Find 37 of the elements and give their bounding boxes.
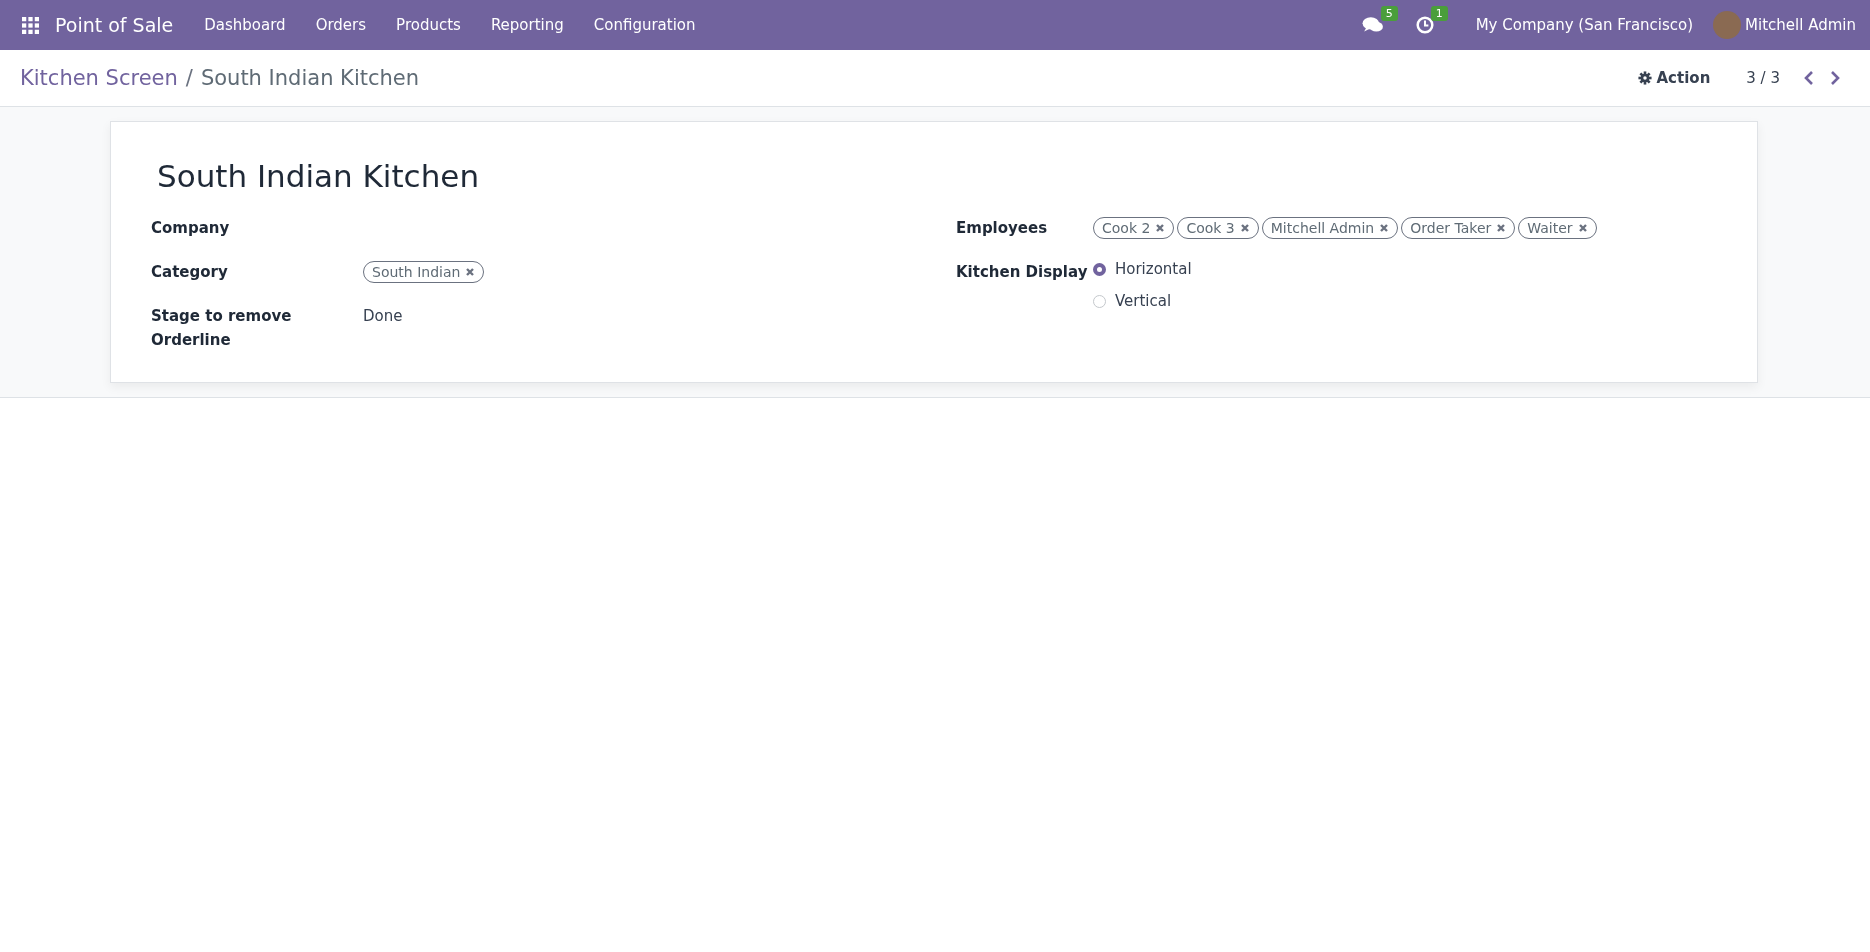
remove-icon[interactable]	[1496, 223, 1507, 233]
remove-icon[interactable]	[1577, 223, 1588, 233]
activity-count-badge: 1	[1430, 6, 1448, 21]
breadcrumb-current: South Indian Kitchen	[200, 66, 420, 90]
remove-icon[interactable]	[1155, 223, 1166, 233]
field-label: Kitchen Display	[956, 262, 1089, 283]
remove-icon[interactable]	[465, 267, 476, 277]
breadcrumb-separator: /	[185, 66, 193, 90]
message-count-badge: 5	[1380, 6, 1398, 21]
menu-link[interactable]: Dashboard	[204, 16, 286, 34]
field-label: Stage to remove Orderline	[151, 306, 293, 351]
field-value: Done	[363, 306, 403, 327]
clock-icon[interactable]	[1415, 16, 1434, 34]
chat-icon[interactable]	[1361, 16, 1384, 34]
field-label: Category	[151, 262, 229, 283]
settings-icon	[1637, 71, 1652, 85]
record-title: South Indian Kitchen	[157, 158, 481, 194]
field-label: Company	[151, 218, 231, 239]
app-menu-icon[interactable]	[22, 16, 39, 34]
menu-link[interactable]: Configuration	[593, 16, 696, 34]
app-name-link[interactable]: Point of Sale	[55, 14, 174, 36]
menu-link[interactable]: Reporting	[490, 16, 564, 34]
radio-button[interactable]	[1093, 262, 1106, 276]
pager-value: 3 / 3	[1746, 69, 1780, 87]
remove-icon[interactable]	[1379, 223, 1390, 233]
action-button[interactable]: Action	[1631, 63, 1717, 93]
menu-link[interactable]: Orders	[315, 16, 367, 34]
breadcrumb-link[interactable]: Kitchen Screen	[20, 66, 178, 90]
field-label: Employees	[956, 218, 1049, 239]
company-switcher[interactable]: My Company (San Francisco)	[1475, 16, 1694, 34]
previous-icon[interactable]	[1804, 70, 1814, 86]
menu-link[interactable]: Products	[396, 16, 461, 34]
next-icon[interactable]	[1830, 70, 1840, 86]
radio-option[interactable]: Vertical	[1093, 292, 1172, 310]
radio-option[interactable]: Horizontal	[1093, 260, 1192, 278]
user-menu[interactable]: Mitchell Admin	[1745, 16, 1856, 34]
remove-icon[interactable]	[1239, 223, 1250, 233]
